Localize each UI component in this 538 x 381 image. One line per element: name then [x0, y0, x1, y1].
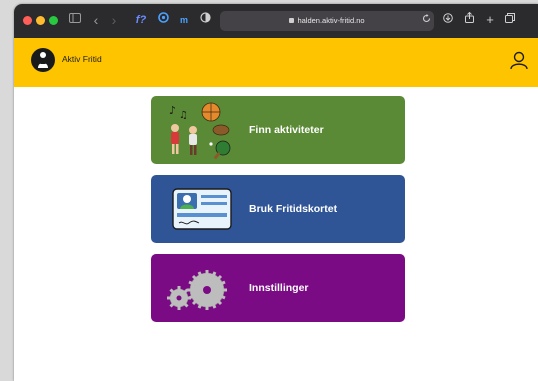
close-window-button[interactable] — [23, 16, 32, 25]
extension-icon[interactable] — [156, 12, 170, 28]
privacy-icon[interactable] — [198, 12, 212, 28]
settings-button[interactable]: Innstillinger — [151, 254, 405, 322]
app-header: Aktiv Fritid — [14, 38, 538, 87]
download-icon[interactable] — [442, 12, 454, 28]
address-bar[interactable]: halden.aktiv-fritid.no — [220, 11, 434, 31]
user-icon[interactable] — [508, 49, 530, 71]
reload-icon[interactable] — [420, 12, 432, 28]
extension-icon[interactable]: m — [176, 12, 192, 28]
share-icon[interactable] — [463, 11, 475, 28]
forward-icon[interactable]: › — [108, 12, 120, 28]
extension-icon[interactable]: f? — [134, 12, 148, 28]
use-leisure-card-button[interactable]: Bruk Fritidskortet — [151, 175, 405, 243]
find-activities-label: Finn aktiviteter — [249, 124, 324, 136]
activities-icon: ♪ ♫ — [165, 100, 235, 160]
browser-window: ‹ › f? m halden.aktiv-fritid.no + Aktiv … — [14, 4, 538, 381]
new-tab-icon[interactable]: + — [484, 12, 496, 28]
svg-text:♫: ♫ — [179, 110, 188, 121]
sidebar-toggle-icon[interactable] — [68, 12, 82, 28]
settings-label: Innstillinger — [249, 282, 309, 294]
zoom-window-button[interactable] — [49, 16, 58, 25]
brand-name[interactable]: Aktiv Fritid — [62, 54, 102, 64]
minimize-window-button[interactable] — [36, 16, 45, 25]
card-icon — [165, 179, 235, 239]
tab-overview-icon[interactable] — [504, 12, 516, 28]
find-activities-button[interactable]: ♪ ♫ Finn aktiviteter — [151, 96, 405, 164]
logo-icon[interactable] — [31, 48, 55, 72]
lock-icon — [289, 17, 295, 23]
svg-text:♪: ♪ — [169, 104, 176, 117]
use-leisure-card-label: Bruk Fritidskortet — [249, 203, 338, 215]
url-text[interactable]: halden.aktiv-fritid.no — [220, 11, 434, 31]
back-icon[interactable]: ‹ — [90, 12, 102, 28]
browser-toolbar: ‹ › f? m halden.aktiv-fritid.no + — [14, 4, 538, 38]
gears-icon — [165, 258, 235, 318]
